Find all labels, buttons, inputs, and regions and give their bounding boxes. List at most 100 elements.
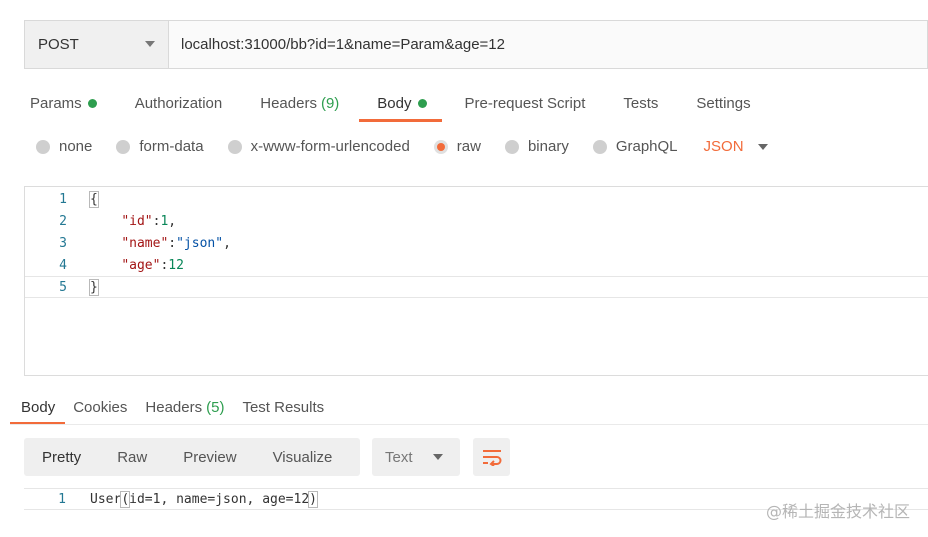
line-number: 4 [59,257,67,273]
tab-pre-request-script[interactable]: Pre-request Script [465,88,586,118]
response-tab-test-results[interactable]: Test Results [242,396,324,418]
wrap-lines-button[interactable] [473,438,510,476]
editor-line: 4 "age":12 [25,254,928,276]
tab-headers[interactable]: Headers (9) [260,88,339,118]
tab-tests[interactable]: Tests [623,88,658,118]
status-dot-icon [87,98,97,108]
radio-form-data[interactable]: form-data [116,138,204,155]
view-raw-button[interactable]: Raw [99,438,165,476]
tab-label: Headers [260,94,317,112]
response-tab-cookies[interactable]: Cookies [73,396,127,418]
radio-label: x-www-form-urlencoded [250,138,410,155]
format-label: Text [385,448,413,466]
response-content: id=1, name=json, age=12 [129,491,310,507]
editor-line-current: 5 } [25,276,928,298]
json-key: "name" [121,235,169,251]
radio-x-www-form-urlencoded[interactable]: x-www-form-urlencoded [227,138,410,155]
body-type-selector: none form-data x-www-form-urlencoded raw… [36,138,768,155]
editor-line: 1 { [25,188,928,210]
tab-count: (5) [206,398,225,416]
request-bar: POST localhost:31000/bb?id=1&name=Param&… [24,20,928,69]
request-tabs: Params Authorization Headers (9) Body Pre… [30,88,789,122]
code-line: } [89,278,99,296]
radio-none[interactable]: none [36,138,92,155]
tab-count: (9) [320,94,340,112]
comma-token: , [168,213,177,229]
radio-icon[interactable] [36,139,50,154]
response-tabs: Body Cookies Headers (5) Test Results [9,396,342,425]
code-line: "id":1, [90,214,176,229]
paren-token: ( [120,490,131,508]
tab-label: Body [377,94,412,112]
radio-icon[interactable] [592,139,607,154]
status-dot-icon [417,98,427,108]
editor-line: 3 "name":"json", [25,232,928,254]
radio-raw[interactable]: raw [433,138,481,155]
paren-token: ) [308,490,318,508]
line-number: 1 [59,191,67,207]
colon-token: : [168,235,177,251]
tab-label: Headers [145,398,203,416]
radio-checked-icon[interactable] [433,139,448,154]
tab-label: Body [21,398,56,416]
watermark: @稀土掘金技术社区 [765,502,910,521]
brace-token: } [89,278,99,296]
line-number: 5 [59,279,67,295]
button-label: Preview [183,448,237,466]
view-visualize-button[interactable]: Visualize [255,438,351,476]
json-string: "json" [176,235,224,251]
tab-label: Test Results [242,398,325,416]
radio-icon[interactable] [116,139,131,154]
tab-label: Cookies [73,398,128,416]
tab-params[interactable]: Params [30,88,97,118]
wrap-lines-icon [482,450,501,466]
json-number: 12 [168,257,184,273]
line-number: 2 [59,213,67,229]
code-line: "name":"json", [90,236,231,251]
url-text: localhost:31000/bb?id=1&name=Param&age=1… [181,36,505,53]
button-label: Visualize [272,448,333,466]
radio-label: GraphQL [615,138,678,155]
json-key: "id" [121,213,153,229]
code-line: "age":12 [90,258,184,273]
response-tab-body[interactable]: Body [9,396,66,425]
chevron-down-icon [433,454,443,460]
method-label: POST [38,36,79,53]
radio-label: form-data [139,138,204,155]
chevron-down-icon [145,41,155,47]
response-format-select[interactable]: Text [372,438,460,476]
radio-icon[interactable] [504,139,519,154]
line-number: 1 [58,491,66,507]
response-tab-headers[interactable]: Headers (5) [145,396,224,418]
tab-label: Tests [623,94,659,112]
tab-label: Settings [696,94,751,112]
tab-body[interactable]: Body [359,88,442,122]
tab-authorization[interactable]: Authorization [135,88,223,118]
divider [10,424,928,425]
code-line: User(id=1, name=json, age=12) [90,490,318,508]
radio-label: none [59,138,93,155]
comma-token: , [223,235,231,251]
radio-icon[interactable] [227,139,242,154]
json-key: "age" [121,257,161,273]
response-view-group: Pretty Raw Preview Visualize [24,438,360,476]
radio-graphql[interactable]: GraphQL [592,138,678,155]
language-select[interactable]: JSON [704,138,768,155]
tab-label: Authorization [134,94,223,112]
chevron-down-icon [757,143,768,150]
view-pretty-button[interactable]: Pretty [24,438,99,476]
radio-binary[interactable]: binary [504,138,569,155]
tab-settings[interactable]: Settings [696,88,750,118]
radio-label: raw [456,138,481,155]
code-line: { [89,190,99,208]
url-input[interactable]: localhost:31000/bb?id=1&name=Param&age=1… [169,21,927,68]
tab-label: Params [30,94,82,112]
brace-token: { [89,190,99,208]
view-preview-button[interactable]: Preview [165,438,254,476]
radio-label: binary [527,138,569,155]
method-select[interactable]: POST [25,21,169,68]
language-label: JSON [703,138,744,155]
body-editor[interactable]: 1 { 2 "id":1, 3 "name":"json", 4 "age":1… [24,186,928,376]
